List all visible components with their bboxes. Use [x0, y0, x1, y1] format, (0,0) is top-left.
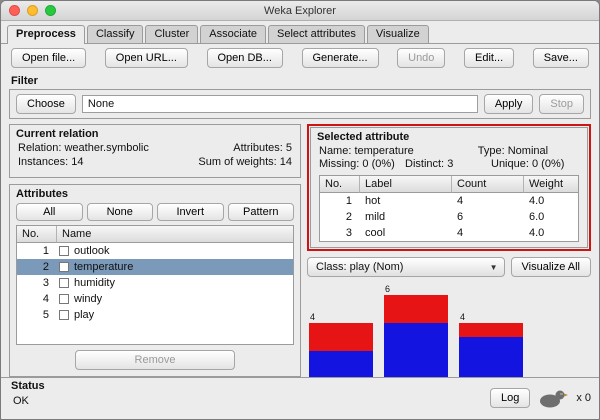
- attribute-type: Type: Nominal: [478, 145, 577, 157]
- tab-associate[interactable]: Associate: [200, 25, 266, 43]
- label-stats-table: No. Label Count Weight 1 hot 4 4.0 2: [319, 175, 579, 242]
- class-selector-dropdown[interactable]: Class: play (Nom) ▼: [307, 257, 505, 277]
- missing-stat: Missing: 0 (0%): [319, 158, 405, 170]
- edit-button[interactable]: Edit...: [464, 48, 514, 68]
- remove-attribute-button: Remove: [75, 350, 235, 370]
- apply-filter-button[interactable]: Apply: [484, 94, 534, 114]
- right-column: Selected attribute Name: temperature Typ…: [307, 124, 591, 377]
- close-button[interactable]: [9, 5, 20, 16]
- selected-attribute-panel: Selected attribute Name: temperature Typ…: [310, 127, 588, 248]
- filter-value-field[interactable]: None: [82, 95, 478, 113]
- main-area: Current relation Relation: weather.symbo…: [1, 124, 599, 377]
- generate-button[interactable]: Generate...: [302, 48, 379, 68]
- select-none-button[interactable]: None: [87, 203, 154, 221]
- attributes-panel: Attributes All None Invert Pattern No. N…: [9, 184, 301, 377]
- histogram-bar: 4: [309, 312, 373, 377]
- attribute-checkbox[interactable]: [59, 262, 69, 272]
- title-bar: Weka Explorer: [1, 1, 599, 21]
- attribute-row-windy[interactable]: 4 windy: [17, 291, 293, 307]
- log-button[interactable]: Log: [490, 388, 530, 408]
- stats-column-no: No.: [320, 176, 360, 193]
- undo-button: Undo: [397, 48, 445, 68]
- distinct-stat: Distinct: 3: [405, 158, 491, 170]
- filter-title: Filter: [11, 75, 599, 87]
- choose-filter-button[interactable]: Choose: [16, 94, 76, 114]
- current-relation-panel: Current relation Relation: weather.symbo…: [9, 124, 301, 178]
- tab-preprocess[interactable]: Preprocess: [7, 25, 85, 44]
- visualize-all-button[interactable]: Visualize All: [511, 257, 592, 277]
- attribute-row-play[interactable]: 5 play: [17, 307, 293, 323]
- tab-bar: Preprocess Classify Cluster Associate Se…: [1, 21, 599, 44]
- tab-select-attributes[interactable]: Select attributes: [268, 25, 365, 43]
- stats-row-hot: 1 hot 4 4.0: [320, 193, 578, 209]
- sum-of-weights: Sum of weights: 14: [198, 156, 292, 168]
- attribute-checkbox[interactable]: [59, 278, 69, 288]
- tab-classify[interactable]: Classify: [87, 25, 144, 43]
- attribute-histogram: 464: [307, 283, 591, 377]
- zoom-button[interactable]: [45, 5, 56, 16]
- current-relation-title: Current relation: [10, 125, 300, 141]
- unique-stat: Unique: 0 (0%): [491, 158, 577, 170]
- histogram: 464: [309, 284, 523, 377]
- class-row: Class: play (Nom) ▼ Visualize All: [307, 257, 591, 277]
- status-title: Status: [11, 380, 45, 392]
- select-all-button[interactable]: All: [16, 203, 83, 221]
- open-db-button[interactable]: Open DB...: [207, 48, 283, 68]
- attribute-checkbox[interactable]: [59, 310, 69, 320]
- column-header-name[interactable]: Name: [57, 226, 293, 243]
- column-header-no[interactable]: No.: [17, 226, 57, 243]
- stats-column-count: Count: [452, 176, 524, 193]
- instances-count: Instances: 14: [18, 156, 83, 168]
- stats-column-weight: Weight: [524, 176, 578, 193]
- stats-row-cool: 3 cool 4 4.0: [320, 225, 578, 241]
- attribute-row-outlook[interactable]: 1 outlook: [17, 243, 293, 259]
- selected-attribute-title: Selected attribute: [311, 128, 587, 144]
- attribute-row-temperature[interactable]: 2 temperature: [17, 259, 293, 275]
- status-message: OK: [11, 392, 45, 410]
- annotation-highlight-box: Selected attribute Name: temperature Typ…: [307, 124, 591, 251]
- histogram-bar: 6: [384, 284, 448, 377]
- save-button[interactable]: Save...: [533, 48, 589, 68]
- window-title: Weka Explorer: [1, 5, 599, 17]
- minimize-button[interactable]: [27, 5, 38, 16]
- filter-panel: Choose None Apply Stop: [9, 89, 591, 119]
- tab-cluster[interactable]: Cluster: [145, 25, 198, 43]
- attribute-row-humidity[interactable]: 3 humidity: [17, 275, 293, 291]
- stop-filter-button: Stop: [539, 94, 584, 114]
- attributes-title: Attributes: [10, 185, 300, 201]
- weka-bird-icon: [538, 387, 568, 409]
- chevron-down-icon: ▼: [488, 263, 500, 272]
- attribute-name: Name: temperature: [319, 145, 478, 157]
- stats-row-mild: 2 mild 6 6.0: [320, 209, 578, 225]
- attribute-checkbox[interactable]: [59, 294, 69, 304]
- left-column: Current relation Relation: weather.symbo…: [9, 124, 301, 377]
- toolbar: Open file... Open URL... Open DB... Gene…: [1, 44, 599, 72]
- attribute-checkbox[interactable]: [59, 246, 69, 256]
- open-url-button[interactable]: Open URL...: [105, 48, 188, 68]
- weka-counter: x 0: [576, 392, 591, 404]
- pattern-button[interactable]: Pattern: [228, 203, 295, 221]
- status-bar: Status OK Log x 0: [1, 377, 599, 419]
- weka-explorer-window: Weka Explorer Preprocess Classify Cluste…: [0, 0, 600, 420]
- attributes-count: Attributes: 5: [233, 142, 292, 154]
- invert-selection-button[interactable]: Invert: [157, 203, 224, 221]
- stats-column-label: Label: [360, 176, 452, 193]
- histogram-bar: 4: [459, 312, 523, 377]
- tab-visualize[interactable]: Visualize: [367, 25, 429, 43]
- relation-value: Relation: weather.symbolic: [18, 142, 149, 154]
- attributes-table: No. Name 1 outlook 2 temperature 3 humid…: [16, 225, 294, 345]
- open-file-button[interactable]: Open file...: [11, 48, 86, 68]
